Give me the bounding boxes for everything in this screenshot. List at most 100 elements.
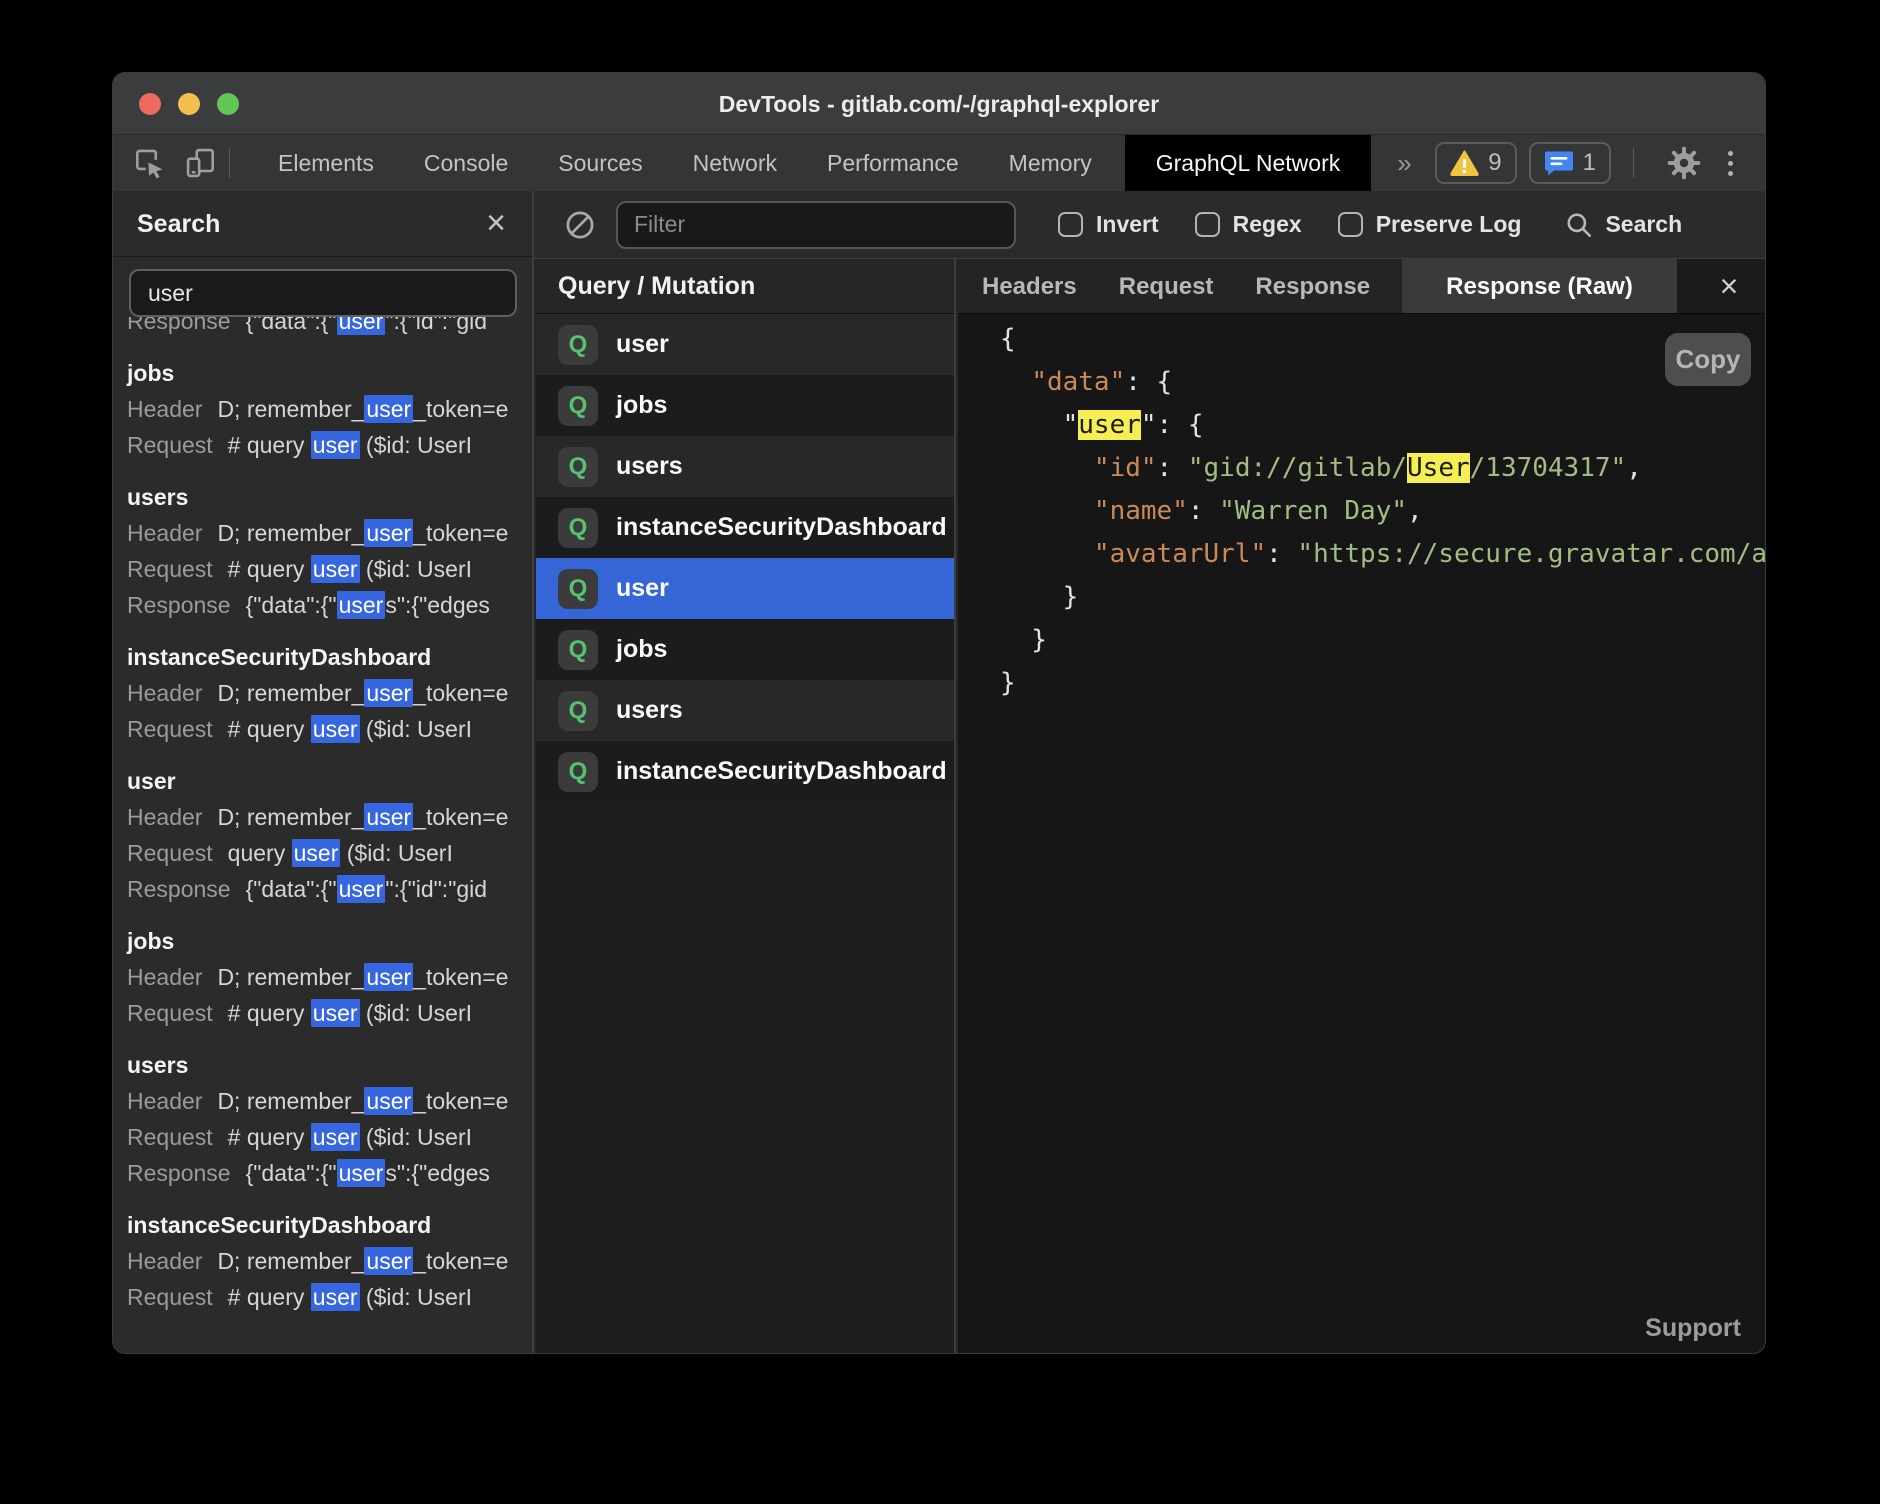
result-group-title: user bbox=[127, 763, 532, 799]
tab-headers[interactable]: Headers bbox=[982, 259, 1077, 313]
query-rows: QuserQjobsQusersQinstanceSecurityDashboa… bbox=[536, 314, 954, 802]
search-result-line[interactable]: Request# query user ($id: UserI bbox=[127, 711, 532, 747]
tab-response[interactable]: Response bbox=[1255, 259, 1370, 313]
checkbox-regex[interactable]: Regex bbox=[1195, 211, 1302, 238]
tab-console[interactable]: Console bbox=[424, 150, 508, 177]
match-highlight: user bbox=[337, 591, 386, 619]
search-result-line[interactable]: HeaderD; remember_user_token=e bbox=[127, 1083, 532, 1119]
result-line-label: Header bbox=[127, 396, 202, 422]
tab-graphql-network[interactable]: GraphQL Network bbox=[1125, 135, 1372, 191]
result-line-label: Header bbox=[127, 680, 202, 706]
match-highlight: user bbox=[364, 519, 413, 547]
result-line-label: Request bbox=[127, 716, 213, 742]
result-line-label: Request bbox=[127, 1124, 213, 1150]
match-highlight: user bbox=[292, 839, 341, 867]
close-icon[interactable]: × bbox=[474, 201, 518, 245]
devtools-window: DevTools - gitlab.com/-/graphql-explorer… bbox=[112, 72, 1766, 1354]
close-icon[interactable]: × bbox=[1707, 264, 1751, 308]
message-icon bbox=[1544, 150, 1574, 177]
query-list-header: Query / Mutation bbox=[536, 259, 954, 314]
checkbox-invert[interactable]: Invert bbox=[1058, 211, 1159, 238]
match-highlight: user bbox=[311, 715, 360, 743]
search-result-line[interactable]: Request# query user ($id: UserI bbox=[127, 551, 532, 587]
checkbox-preserve-log[interactable]: Preserve Log bbox=[1338, 211, 1522, 238]
query-item-label: user bbox=[616, 330, 669, 359]
query-list-item[interactable]: QinstanceSecurityDashboard bbox=[536, 741, 954, 802]
query-type-icon: Q bbox=[558, 508, 598, 548]
result-line-label: Header bbox=[127, 520, 202, 546]
tab-request[interactable]: Request bbox=[1119, 259, 1214, 313]
query-type-icon: Q bbox=[558, 325, 598, 365]
clear-icon[interactable] bbox=[562, 207, 598, 243]
search-result-line[interactable]: Response{"data":{"users":{"edges bbox=[127, 587, 532, 623]
warning-icon bbox=[1450, 150, 1479, 176]
search-result-line[interactable]: Request# query user ($id: UserI bbox=[127, 995, 532, 1031]
result-line-label: Request bbox=[127, 432, 213, 458]
filter-input[interactable] bbox=[616, 201, 1016, 249]
query-list-item[interactable]: Qusers bbox=[536, 680, 954, 741]
query-list-item[interactable]: Qusers bbox=[536, 436, 954, 497]
tab-sources[interactable]: Sources bbox=[558, 150, 642, 177]
issues-badge[interactable]: 1 bbox=[1529, 142, 1611, 184]
search-result-line[interactable]: Response{"data":{"user":{"id":"gid bbox=[127, 317, 532, 339]
search-icon bbox=[1565, 211, 1593, 239]
device-toolbar-icon[interactable] bbox=[183, 145, 219, 181]
search-result-line[interactable]: Response{"data":{"users":{"edges bbox=[127, 1155, 532, 1191]
search-result-line[interactable]: Response{"data":{"user":{"id":"gid bbox=[127, 871, 532, 907]
match-highlight: user bbox=[337, 1159, 386, 1187]
devtools-toolbar: Elements Console Sources Network Performance… bbox=[113, 135, 1765, 191]
result-line-label: Header bbox=[127, 1088, 202, 1114]
result-line-label: Request bbox=[127, 1000, 213, 1026]
query-list-item[interactable]: Quser bbox=[536, 558, 954, 619]
query-type-icon: Q bbox=[558, 447, 598, 487]
query-type-icon: Q bbox=[558, 752, 598, 792]
query-type-icon: Q bbox=[558, 386, 598, 426]
query-item-label: jobs bbox=[616, 635, 667, 664]
query-list-item[interactable]: Quser bbox=[536, 314, 954, 375]
checkbox-box bbox=[1195, 212, 1220, 237]
network-search-toggle[interactable]: Search bbox=[1565, 211, 1682, 239]
result-group-title: instanceSecurityDashboard bbox=[127, 639, 532, 675]
search-result-line[interactable]: HeaderD; remember_user_token=e bbox=[127, 1243, 532, 1279]
more-tabs-chevron[interactable]: » bbox=[1397, 148, 1411, 179]
search-result-line[interactable]: Request# query user ($id: UserI bbox=[127, 1119, 532, 1155]
tab-performance[interactable]: Performance bbox=[827, 150, 959, 177]
query-mutation-panel: Query / Mutation QuserQjobsQusersQinstan… bbox=[536, 259, 956, 1353]
search-result-line[interactable]: HeaderD; remember_user_token=e bbox=[127, 515, 532, 551]
detail-tab-filler: × bbox=[1677, 259, 1765, 313]
search-result-line[interactable]: HeaderD; remember_user_token=e bbox=[127, 675, 532, 711]
support-link[interactable]: Support bbox=[1645, 1314, 1741, 1343]
search-result-line[interactable]: Requestquery user ($id: UserI bbox=[127, 835, 532, 871]
checkbox-label: Regex bbox=[1233, 211, 1302, 238]
search-result-line[interactable]: HeaderD; remember_user_token=e bbox=[127, 391, 532, 427]
search-result-line[interactable]: HeaderD; remember_user_token=e bbox=[127, 959, 532, 995]
query-list-item[interactable]: QinstanceSecurityDashboard bbox=[536, 497, 954, 558]
gear-icon[interactable] bbox=[1666, 145, 1702, 181]
tab-elements[interactable]: Elements bbox=[278, 150, 374, 177]
query-list-item[interactable]: Qjobs bbox=[536, 375, 954, 436]
search-result-group: userHeaderD; remember_user_token=eReques… bbox=[127, 763, 532, 907]
checkbox-label: Preserve Log bbox=[1376, 211, 1522, 238]
result-group-title: jobs bbox=[127, 355, 532, 391]
search-result-line[interactable]: HeaderD; remember_user_token=e bbox=[127, 799, 532, 835]
match-highlight: user bbox=[337, 875, 386, 903]
match-highlight: user bbox=[311, 1283, 360, 1311]
warnings-badge[interactable]: 9 bbox=[1435, 142, 1516, 184]
result-group-title: jobs bbox=[127, 923, 532, 959]
search-result-line[interactable]: Request# query user ($id: UserI bbox=[127, 1279, 532, 1315]
query-list-item[interactable]: Qjobs bbox=[536, 619, 954, 680]
kebab-menu-icon[interactable] bbox=[1722, 147, 1739, 180]
match-highlight: user bbox=[311, 555, 360, 583]
match-highlight: User bbox=[1407, 453, 1470, 483]
result-line-label: Request bbox=[127, 840, 213, 866]
inspect-element-icon[interactable] bbox=[131, 145, 167, 181]
tab-response-raw[interactable]: Response (Raw) bbox=[1402, 259, 1677, 313]
search-input[interactable] bbox=[129, 269, 517, 317]
search-result-line[interactable]: Request# query user ($id: UserI bbox=[127, 427, 532, 463]
search-result-group: instanceSecurityDashboardHeaderD; rememb… bbox=[127, 639, 532, 747]
match-highlight: user bbox=[364, 1087, 413, 1115]
tab-network[interactable]: Network bbox=[693, 150, 777, 177]
tab-memory[interactable]: Memory bbox=[1009, 150, 1092, 177]
match-highlight: user bbox=[364, 963, 413, 991]
result-group-title: users bbox=[127, 1047, 532, 1083]
